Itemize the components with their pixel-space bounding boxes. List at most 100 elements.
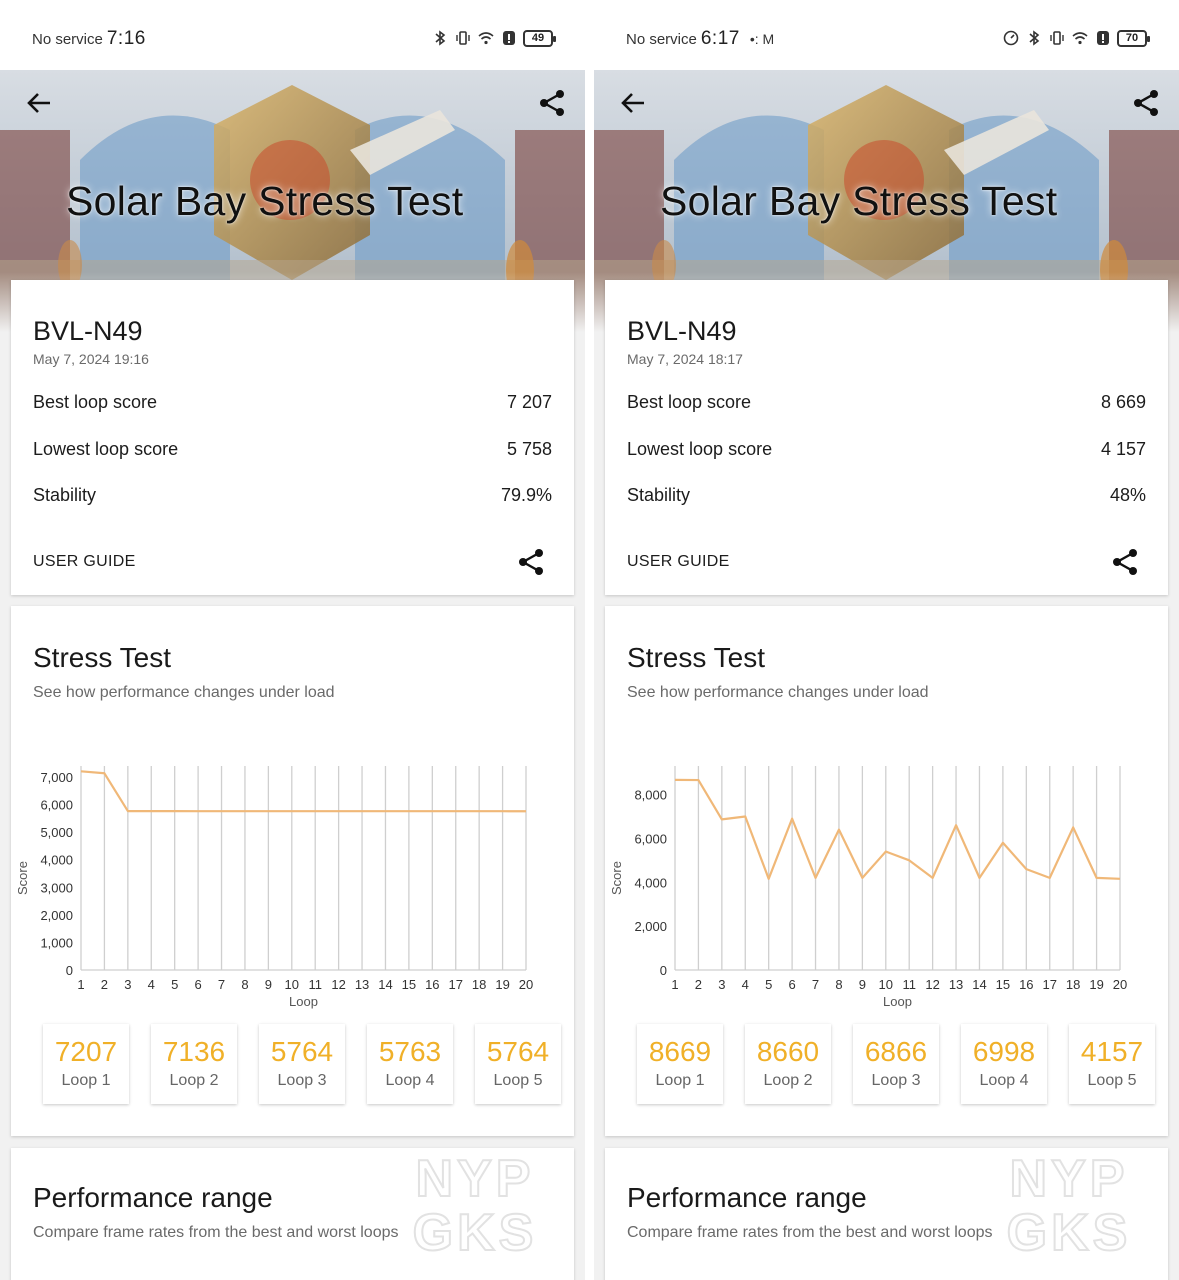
wifi-icon [478, 32, 494, 45]
status-icons: 70 [1002, 29, 1150, 47]
section-title: Performance range [627, 1182, 867, 1213]
section-subtitle: See how performance changes under load [627, 684, 929, 701]
test-date: May 7, 2024 18:17 [627, 351, 743, 367]
x-tick-label: 11 [902, 977, 916, 992]
x-axis-label: Loop [289, 994, 318, 1009]
x-tick-label: 15 [996, 977, 1010, 992]
metric-label: Best loop score [33, 392, 158, 412]
summary-card: BVL-N49 May 7, 2024 19:16 Best loop scor… [11, 280, 574, 595]
stress-chart: 0 2,000 4,000 6,000 8,000 1 2 3 4 5 6 7 8 9 10 11 12 13 14… [605, 756, 1168, 1016]
x-tick-label: 14 [378, 977, 392, 992]
battery-indicator: 70 [1117, 29, 1150, 47]
loop-score: 5763 [378, 1036, 442, 1067]
x-tick-label: 20 [1113, 977, 1127, 992]
x-tick-label: 12 [925, 977, 939, 992]
loop-score: 4157 [1080, 1036, 1144, 1067]
battery-indicator: 49 [523, 29, 556, 47]
loop-score: 5764 [486, 1036, 550, 1067]
metric-value: 8 669 [1100, 392, 1146, 412]
stress-chart-svg: 02,0004,0006,0008,0001 2 3 4 5 6 7 8 9 10 11 12 13 14… [609, 766, 1127, 1009]
x-tick-label: 2 [101, 977, 108, 992]
y-axis-label: Score [15, 861, 30, 895]
x-tick-label: 13 [949, 977, 963, 992]
loop-card-2: 8660 Loop 2 [745, 1024, 831, 1104]
x-axis-label: Loop [883, 994, 912, 1009]
section-subtitle: Compare frame rates from the best and wo… [627, 1224, 993, 1241]
summary-card: BVL-N49 May 7, 2024 18:17 Best loop scor… [605, 280, 1168, 595]
back-arrow-icon[interactable] [618, 88, 648, 118]
loop-score: 8669 [648, 1036, 712, 1067]
clock: 6:17 [700, 28, 740, 49]
y-tick-label: 0 [660, 963, 667, 978]
performance-range-card: Performance range Compare frame rates fr… [605, 1148, 1168, 1280]
y-tick-label: 6,000 [40, 798, 73, 813]
status-bar: No service 6:17 •: M 70 [594, 0, 1179, 70]
svg-text:NYP: NYP [416, 1150, 535, 1208]
x-tick-label: 8 [835, 977, 842, 992]
panel-divider [585, 0, 594, 1280]
user-guide-link[interactable]: USER GUIDE [627, 553, 730, 571]
x-tick-label: 1 [77, 977, 84, 992]
loop-card-3: 6866 Loop 3 [853, 1024, 939, 1104]
metric-value: 7 207 [506, 392, 552, 412]
status-left: No service 7:16 [32, 28, 146, 50]
panel-left: No service 7:16 49 Solar Bay Stress Test… [0, 0, 585, 1280]
metric-value: 48% [1109, 485, 1146, 505]
x-tick-label: 19 [1089, 977, 1103, 992]
alert-icon [503, 31, 515, 45]
loop-card-3: 5764 Loop 3 [259, 1024, 345, 1104]
x-tick-label: 4 [742, 977, 749, 992]
x-tick-label: 11 [308, 977, 322, 992]
user-guide-link[interactable]: USER GUIDE [33, 553, 136, 571]
x-tick-label: 3 [718, 977, 725, 992]
metric-value: 5 758 [506, 439, 552, 459]
loop-label: Loop 3 [871, 1072, 921, 1089]
loop-score: 5764 [270, 1036, 334, 1067]
device-name: BVL-N49 [33, 316, 143, 346]
stress-chart-svg: 01,0002,0003,0004,0005,0006,0007,0001 2 3 4… [15, 766, 533, 1009]
metric-label: Best loop score [627, 392, 752, 412]
loop-card-4: 6998 Loop 4 [961, 1024, 1047, 1104]
x-tick-label: 1 [671, 977, 678, 992]
metric-label: Lowest loop score [627, 439, 773, 459]
bluetooth-icon [1029, 30, 1040, 46]
loop-label: Loop 2 [169, 1072, 219, 1089]
metric-value: 79.9% [500, 485, 552, 505]
metric-row-stability: Stability 79.9% [33, 485, 552, 509]
x-tick-label: 6 [788, 977, 795, 992]
section-subtitle: See how performance changes under load [33, 684, 335, 701]
series-line [674, 778, 1121, 880]
back-arrow-icon[interactable] [24, 88, 54, 118]
share-icon[interactable] [516, 547, 546, 577]
loop-label: Loop 2 [763, 1072, 813, 1089]
x-tick-label: 4 [148, 977, 155, 992]
loop-score: 6866 [864, 1036, 928, 1067]
x-tick-label: 3 [124, 977, 131, 992]
loop-score-list: 7207 Loop 1 7136 Loop 2 5764 Loop 3 5763 Loo… [43, 1024, 563, 1106]
carrier-text: No service [626, 31, 697, 48]
x-tick-label: 15 [402, 977, 416, 992]
x-tick-label: 18 [472, 977, 486, 992]
clock: 7:16 [106, 28, 146, 49]
page-title: Solar Bay Stress Test [660, 178, 1058, 224]
bluetooth-icon [435, 30, 446, 46]
x-tick-label: 19 [495, 977, 509, 992]
notification-icons: •: M [749, 31, 775, 47]
svg-text:NYP: NYP [1010, 1150, 1129, 1208]
panel-right: No service 6:17 •: M 70 Solar Bay Stress… [594, 0, 1179, 1280]
loop-score-list: 8669 Loop 1 8660 Loop 2 6866 Loop 3 6998 Loo… [637, 1024, 1157, 1106]
share-icon[interactable] [537, 88, 567, 118]
alert-icon [1097, 31, 1109, 45]
x-tick-label: 8 [241, 977, 248, 992]
loop-card-1: 7207 Loop 1 [43, 1024, 129, 1104]
metric-label: Lowest loop score [33, 439, 179, 459]
vibrate-icon [1050, 31, 1064, 45]
share-icon[interactable] [1110, 547, 1140, 577]
share-icon[interactable] [1131, 88, 1161, 118]
x-tick-label: 18 [1066, 977, 1080, 992]
loop-score: 7207 [54, 1036, 118, 1067]
test-date: May 7, 2024 19:16 [33, 351, 149, 367]
metric-row-stability: Stability 48% [627, 485, 1146, 509]
watermark-logo: NYP GKS [412, 1149, 535, 1258]
status-bar: No service 7:16 49 [0, 0, 585, 70]
